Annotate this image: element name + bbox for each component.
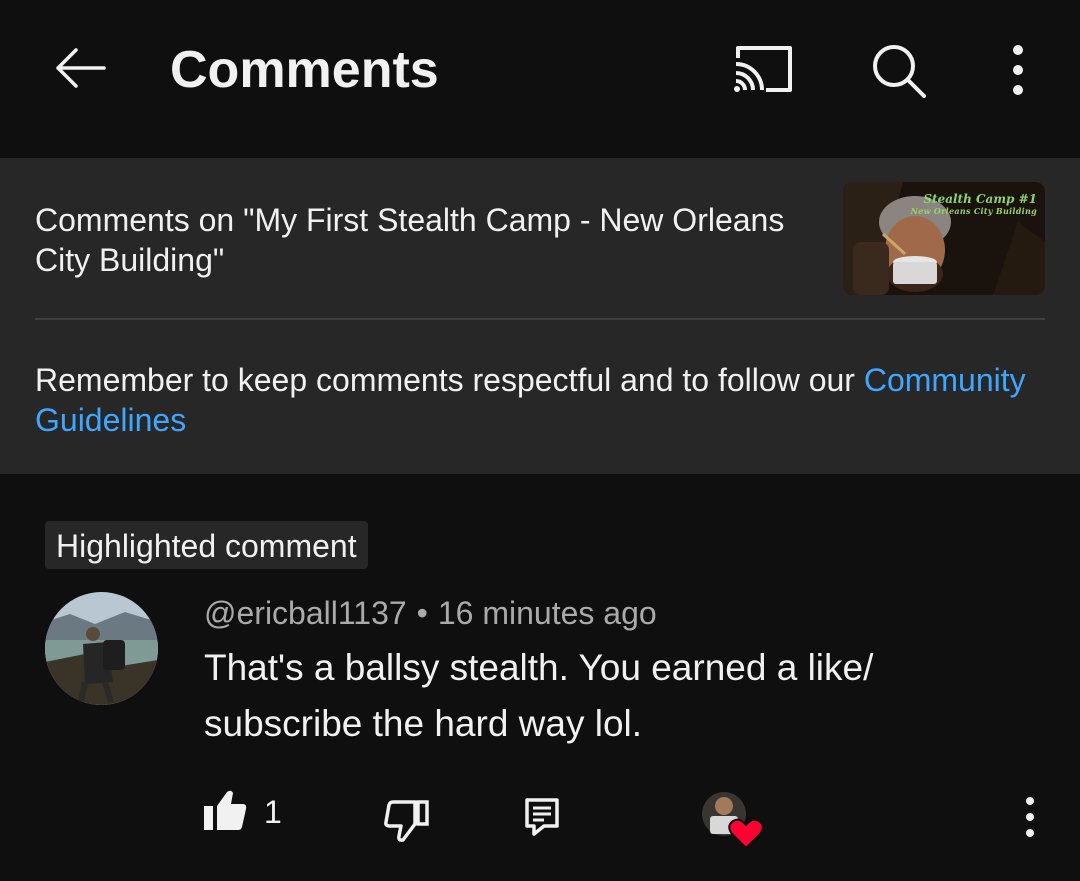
cast-icon bbox=[734, 46, 792, 92]
search-icon bbox=[873, 45, 926, 98]
highlighted-comment-badge: Highlighted comment bbox=[45, 521, 368, 569]
comment-meta: @ericball1137 • 16 minutes ago bbox=[204, 593, 657, 633]
dislike-button[interactable] bbox=[382, 798, 432, 844]
search-button[interactable] bbox=[866, 38, 932, 104]
more-vert-icon bbox=[1026, 797, 1034, 837]
top-app-bar: Comments bbox=[0, 0, 1080, 158]
reminder-text: Remember to keep comments respectful and… bbox=[35, 362, 864, 398]
divider bbox=[35, 318, 1045, 320]
avatar-image bbox=[45, 592, 158, 705]
video-title-heading: Comments on "My First Stealth Camp - New… bbox=[35, 202, 785, 278]
reply-comment-icon bbox=[525, 798, 559, 836]
comment-author[interactable]: @ericball1137 bbox=[204, 595, 407, 631]
thumbnail-caption: Stealth Camp #1 New Orleans City Buildin… bbox=[911, 192, 1037, 216]
reply-button[interactable] bbox=[522, 796, 562, 838]
thumbs-down-icon bbox=[384, 800, 429, 842]
thumbnail-caption-line2: New Orleans City Building bbox=[910, 206, 1037, 216]
thumbnail-caption-line1: Stealth Camp #1 bbox=[923, 192, 1037, 206]
avatar[interactable] bbox=[45, 592, 158, 705]
video-thumbnail[interactable]: Stealth Camp #1 New Orleans City Buildin… bbox=[843, 182, 1045, 295]
cast-button[interactable] bbox=[728, 40, 798, 100]
back-arrow-icon bbox=[56, 48, 106, 88]
comment-more-button[interactable] bbox=[1008, 794, 1052, 840]
like-count: 1 bbox=[264, 794, 282, 830]
comment-text: That's a ballsy stealth. You earned a li… bbox=[204, 647, 874, 744]
more-vert-icon bbox=[1013, 45, 1023, 95]
creator-heart-badge[interactable] bbox=[700, 790, 766, 852]
guidelines-reminder: Remember to keep comments respectful and… bbox=[35, 360, 1035, 440]
more-options-button[interactable] bbox=[996, 40, 1040, 100]
creator-heart-icon bbox=[702, 792, 764, 850]
back-button[interactable] bbox=[48, 40, 112, 96]
video-info-panel: Comments on "My First Stealth Camp - New… bbox=[0, 158, 1080, 474]
page-title: Comments bbox=[170, 41, 439, 99]
comment-timestamp: 16 minutes ago bbox=[437, 595, 657, 631]
thumbs-up-filled-icon bbox=[204, 790, 247, 830]
like-button[interactable] bbox=[200, 788, 250, 834]
meta-separator: • bbox=[416, 595, 428, 631]
